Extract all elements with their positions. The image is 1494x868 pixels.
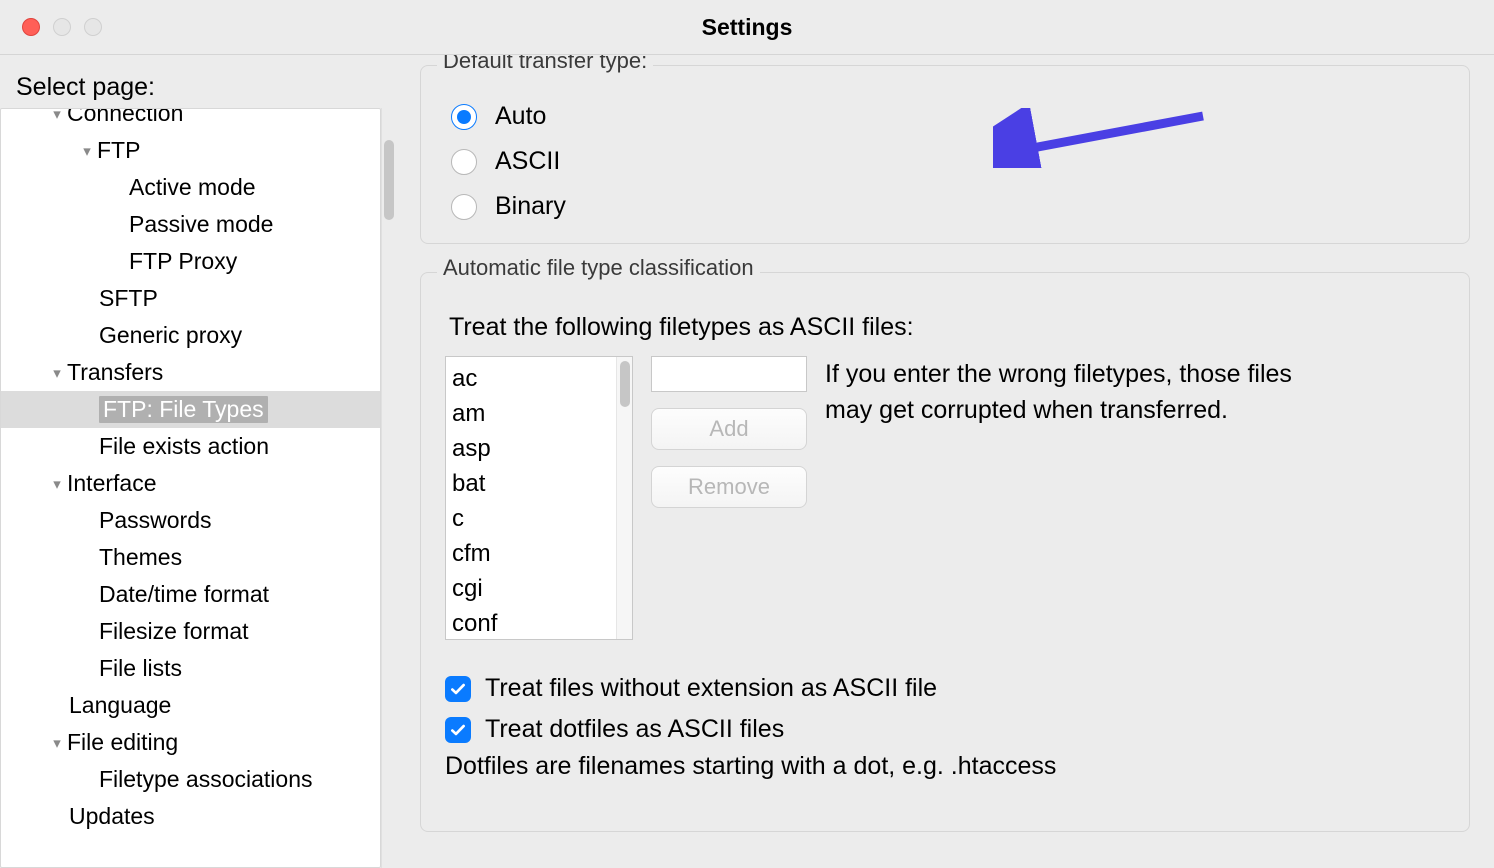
filetype-hint: If you enter the wrong filetypes, those …	[825, 356, 1345, 640]
sidebar-scroll-thumb[interactable]	[384, 140, 394, 220]
filetype-button-column: Add Remove	[651, 356, 807, 640]
tree-item[interactable]: Passwords	[1, 502, 380, 539]
tree-item-label: Filetype associations	[99, 766, 313, 792]
tree-item-label: Themes	[99, 544, 182, 570]
remove-button[interactable]: Remove	[651, 466, 807, 508]
tree-item[interactable]: ▾File editing	[1, 724, 380, 761]
filetype-item[interactable]: conf	[452, 606, 610, 639]
filetype-item[interactable]: c	[452, 501, 610, 536]
tree-item[interactable]: Filesize format	[1, 613, 380, 650]
tree-item-label: Filesize format	[99, 618, 249, 644]
radio-ascii-row[interactable]: ASCII	[451, 147, 1445, 176]
tree-item-label: Connection	[67, 108, 183, 126]
tree-item-label: Interface	[67, 470, 157, 496]
tree-item[interactable]: ▾Connection	[1, 108, 380, 132]
tree-item-label: FTP Proxy	[129, 248, 237, 274]
tree-item[interactable]: File lists	[1, 650, 380, 687]
filetypes-listbox[interactable]: acamaspbatccfmcgiconf	[445, 356, 633, 640]
tree-item[interactable]: Passive mode	[1, 206, 380, 243]
chevron-down-icon[interactable]: ▾	[47, 475, 67, 493]
transfer-type-group: Default transfer type: Auto ASCII Binary	[420, 65, 1470, 244]
checkbox-no-extension[interactable]	[445, 676, 471, 702]
tree-item[interactable]: Filetype associations	[1, 761, 380, 798]
tree-item[interactable]: ▾FTP	[1, 132, 380, 169]
tree-item-label: Generic proxy	[99, 322, 242, 348]
page-tree[interactable]: ▾Connection▾FTPActive modePassive modeFT…	[0, 108, 381, 868]
tree-item[interactable]: FTP Proxy	[1, 243, 380, 280]
main-pane: Default transfer type: Auto ASCII Binary	[396, 55, 1494, 868]
filetype-item[interactable]: ac	[452, 361, 610, 396]
radio-auto-label: Auto	[495, 102, 546, 131]
filetype-item[interactable]: am	[452, 396, 610, 431]
sidebar: Select page: ▾Connection▾FTPActive modeP…	[0, 55, 396, 868]
radio-auto[interactable]	[451, 104, 477, 130]
filetype-input[interactable]	[651, 356, 807, 392]
tree-item-label: File editing	[67, 729, 178, 755]
cb-dotfiles-row[interactable]: Treat dotfiles as ASCII files	[445, 715, 1445, 744]
tree-item[interactable]: File exists action	[1, 428, 380, 465]
checkbox-dotfiles[interactable]	[445, 717, 471, 743]
tree-item[interactable]: Themes	[1, 539, 380, 576]
sidebar-label: Select page:	[0, 55, 395, 108]
transfer-type-caption: Default transfer type:	[437, 55, 653, 74]
tree-item-label: FTP	[97, 137, 140, 163]
tree-item-label: Date/time format	[99, 581, 269, 607]
tree-item[interactable]: Language	[1, 687, 380, 724]
cb-noext-label: Treat files without extension as ASCII f…	[485, 674, 937, 703]
radio-binary-label: Binary	[495, 192, 566, 221]
chevron-down-icon[interactable]: ▾	[77, 142, 97, 160]
radio-auto-row[interactable]: Auto	[451, 102, 1445, 131]
tree-item-label: Active mode	[129, 174, 256, 200]
filetype-item[interactable]: cfm	[452, 536, 610, 571]
tree-item-label: Updates	[69, 803, 155, 829]
classification-group: Automatic file type classification Treat…	[420, 272, 1470, 832]
tree-item[interactable]: Active mode	[1, 169, 380, 206]
filetypes-row: acamaspbatccfmcgiconf Add Remove If you …	[445, 356, 1445, 640]
chevron-down-icon[interactable]: ▾	[47, 364, 67, 382]
radio-binary[interactable]	[451, 194, 477, 220]
window-title: Settings	[702, 14, 793, 41]
tree-item-label: Language	[69, 692, 171, 718]
tree-item[interactable]: Date/time format	[1, 576, 380, 613]
cb-noext-row[interactable]: Treat files without extension as ASCII f…	[445, 674, 1445, 703]
tree-item[interactable]: Updates	[1, 798, 380, 835]
radio-ascii[interactable]	[451, 149, 477, 175]
minimize-window-button[interactable]	[53, 18, 71, 36]
tree-item-label: Passive mode	[129, 211, 273, 237]
classification-caption: Automatic file type classification	[437, 255, 760, 281]
tree-item-label: Transfers	[67, 359, 163, 385]
add-button[interactable]: Add	[651, 408, 807, 450]
tree-item-label: SFTP	[99, 285, 158, 311]
listbox-scrollbar[interactable]	[616, 357, 632, 639]
filetype-item[interactable]: asp	[452, 431, 610, 466]
zoom-window-button[interactable]	[84, 18, 102, 36]
tree-item-label: FTP: File Types	[103, 396, 264, 422]
close-window-button[interactable]	[22, 18, 40, 36]
radio-ascii-label: ASCII	[495, 147, 560, 176]
tree-item[interactable]: FTP: File Types	[1, 391, 380, 428]
tree-item-label: File lists	[99, 655, 182, 681]
tree-item[interactable]: Generic proxy	[1, 317, 380, 354]
tree-item[interactable]: ▾Interface	[1, 465, 380, 502]
settings-window: Settings Select page: ▾Connection▾FTPAct…	[0, 0, 1494, 868]
tree-item[interactable]: SFTP	[1, 280, 380, 317]
dotfiles-note: Dotfiles are filenames starting with a d…	[445, 752, 1445, 781]
listbox-scroll-thumb[interactable]	[620, 361, 630, 407]
sidebar-scrollbar[interactable]	[381, 108, 395, 868]
titlebar: Settings	[0, 0, 1494, 55]
filetype-item[interactable]: cgi	[452, 571, 610, 606]
radio-binary-row[interactable]: Binary	[451, 192, 1445, 221]
chevron-down-icon[interactable]: ▾	[47, 734, 67, 752]
body: Select page: ▾Connection▾FTPActive modeP…	[0, 55, 1494, 868]
tree-item[interactable]: ▾Transfers	[1, 354, 380, 391]
classification-prompt: Treat the following filetypes as ASCII f…	[449, 313, 1445, 342]
tree-item-label: Passwords	[99, 507, 211, 533]
window-controls	[22, 18, 102, 36]
cb-dotfiles-label: Treat dotfiles as ASCII files	[485, 715, 784, 744]
filetype-item[interactable]: bat	[452, 466, 610, 501]
tree-item-label: File exists action	[99, 433, 269, 459]
chevron-down-icon[interactable]: ▾	[47, 108, 67, 123]
